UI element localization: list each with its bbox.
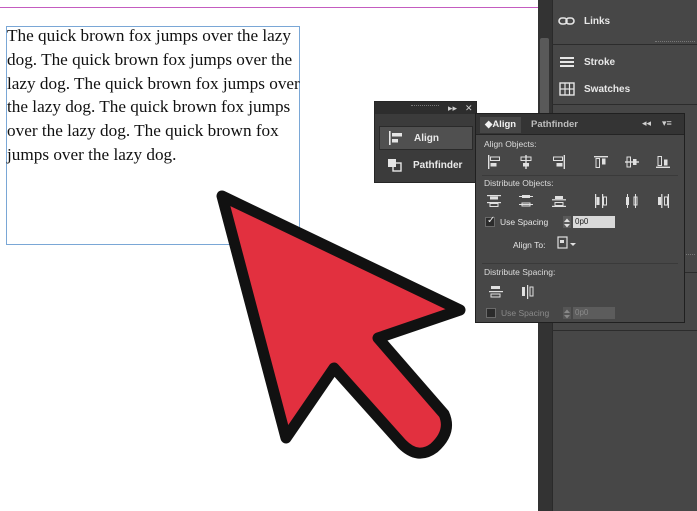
distribute-horizontal-space-icon[interactable] (521, 285, 535, 299)
spacing-value-field[interactable]: 0p0 (573, 216, 615, 228)
distribute-top-edges-icon[interactable] (487, 194, 501, 208)
align-vertical-centers-icon[interactable] (625, 155, 639, 169)
spacing-use-spacing-label: Use Spacing (501, 308, 550, 318)
pathfinder-panel-icon (387, 158, 403, 172)
section-distribute-objects: Distribute Objects: (484, 178, 554, 188)
tab-pathfinder[interactable]: Pathfinder (526, 117, 583, 133)
panel-button-label: Pathfinder (413, 159, 463, 171)
section-divider (482, 175, 678, 176)
dock-separator (552, 44, 697, 45)
distribute-right-edges-icon[interactable] (656, 194, 670, 208)
collapse-panel-icon[interactable]: ◂◂ (642, 118, 651, 129)
checkmark-icon: ✓ (487, 215, 496, 226)
tab-label: Align (492, 119, 517, 130)
align-top-edges-icon[interactable] (594, 155, 608, 169)
align-left-edges-icon[interactable] (487, 155, 501, 169)
expand-panels-icon[interactable]: ▸▸ (448, 102, 457, 114)
dock-item-label: Stroke (584, 56, 616, 68)
align-to-label: Align To: (513, 240, 546, 250)
collapsed-panel-header[interactable]: ▸▸ ✕ (375, 102, 476, 114)
section-divider (482, 263, 678, 264)
cursor-arrow-icon (216, 190, 466, 459)
dock-separator (552, 104, 697, 105)
tab-align[interactable]: ◆Align (480, 117, 522, 133)
align-panel-icon (388, 131, 404, 145)
dock-scrollbar-thumb[interactable] (540, 38, 549, 118)
stroke-icon (558, 55, 576, 69)
use-spacing-label: Use Spacing (500, 217, 549, 227)
use-spacing-checkbox[interactable]: ✓ (485, 215, 496, 227)
page-margin-guide (0, 7, 538, 8)
swatches-icon (558, 82, 576, 96)
distribute-horizontal-centers-icon[interactable] (625, 194, 639, 208)
distribute-bottom-edges-icon[interactable] (552, 194, 566, 208)
align-bottom-edges-icon[interactable] (656, 155, 670, 169)
spacing-distance-field[interactable]: 0p0 (573, 307, 615, 319)
distribute-left-edges-icon[interactable] (594, 194, 608, 208)
align-to-dropdown[interactable] (557, 236, 577, 250)
collapsed-panel-group: ▸▸ ✕ Align Pathfinder (374, 101, 477, 183)
panel-button-pathfinder[interactable]: Pathfinder (379, 153, 473, 177)
align-right-edges-icon[interactable] (552, 155, 566, 169)
distribute-vertical-centers-icon[interactable] (519, 194, 533, 208)
close-icon[interactable]: ✕ (465, 102, 473, 114)
panel-menu-icon[interactable]: ▾≡ (662, 118, 672, 129)
section-distribute-spacing: Distribute Spacing: (484, 267, 556, 277)
dock-separator (552, 330, 697, 331)
dock-item-swatches[interactable]: Swatches (558, 78, 630, 100)
selection-icon (557, 236, 576, 249)
panel-button-label: Align (414, 132, 439, 144)
links-icon (558, 14, 576, 28)
align-horizontal-centers-icon[interactable] (519, 155, 533, 169)
text-frame-content: The quick brown fox jumps over the lazy … (7, 26, 300, 164)
spacing-stepper-disabled[interactable] (563, 307, 571, 319)
distribute-vertical-space-icon[interactable] (489, 285, 503, 299)
spacing-use-spacing-checkbox[interactable] (486, 308, 496, 318)
section-align-objects: Align Objects: (484, 139, 537, 149)
panel-grip[interactable] (411, 105, 439, 108)
dock-item-stroke[interactable]: Stroke (558, 51, 615, 73)
dock-item-links[interactable]: Links (558, 10, 610, 32)
dock-item-label: Links (584, 15, 611, 27)
panel-button-align[interactable]: Align (379, 126, 473, 150)
dock-item-label: Swatches (584, 83, 631, 95)
align-panel-header[interactable]: ◆Align Pathfinder ◂◂ ▾≡ (476, 114, 684, 135)
spacing-stepper[interactable] (563, 216, 571, 228)
align-panel: ◆Align Pathfinder ◂◂ ▾≡ Align Objects: D… (475, 113, 685, 323)
